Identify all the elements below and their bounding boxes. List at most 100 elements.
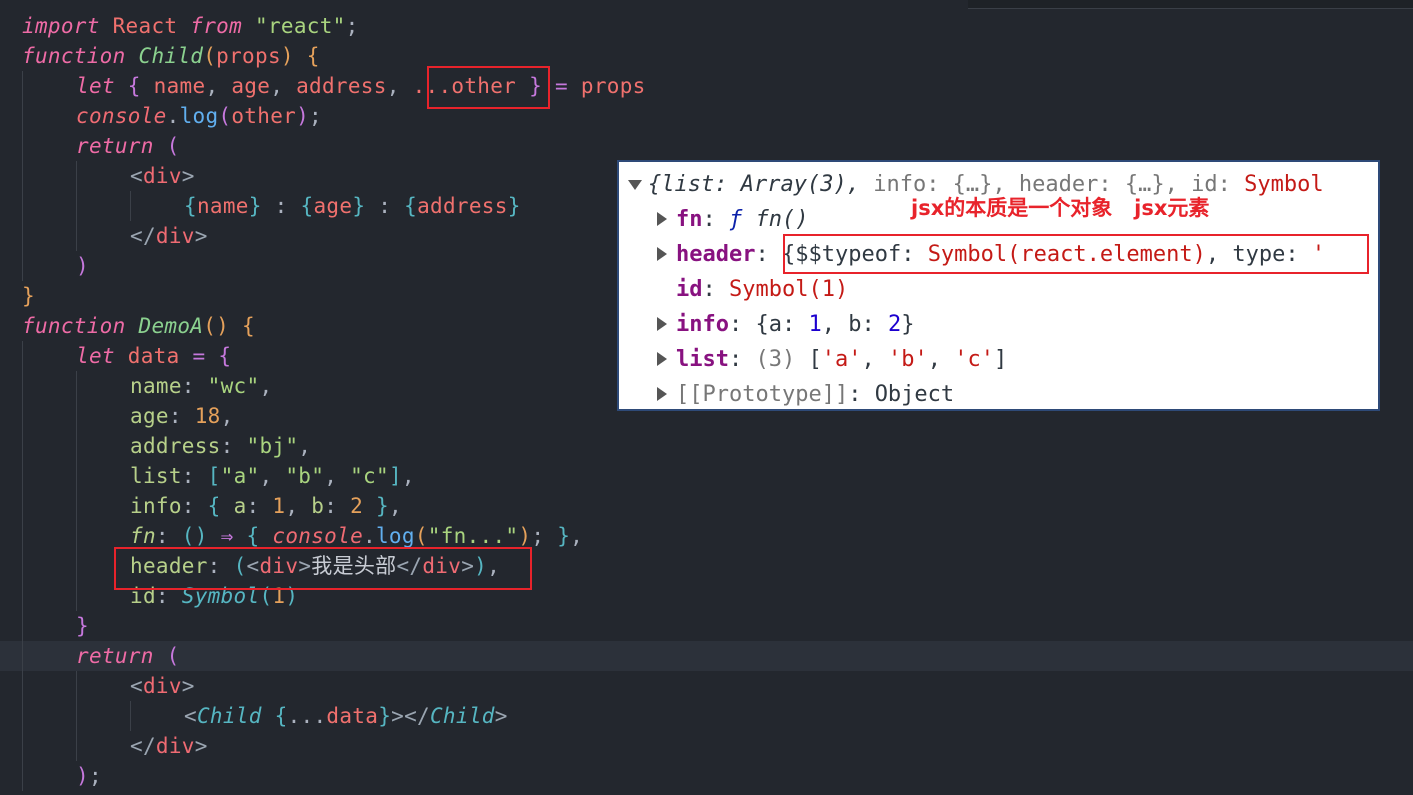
code-token: { [300,194,314,218]
expand-triangle-icon[interactable] [657,352,667,366]
code-token: . [166,104,180,128]
code-token: ⇒ [207,524,247,548]
indent-guide [76,161,77,251]
code-token: () [203,314,230,338]
code-token: div [142,674,182,698]
console-token: : [702,277,729,302]
code-line[interactable]: } [0,611,1413,641]
code-line[interactable]: list: ["a", "b", "c"], [0,461,1413,491]
code-token: return [76,134,167,158]
console-token: [ [808,347,822,372]
code-token: { [404,194,418,218]
console-object-line[interactable]: fn: ƒ fn() [676,202,808,237]
code-token: ( [414,524,428,548]
code-token: </ [404,704,430,728]
console-token: , b: [821,312,888,337]
code-token: , [401,464,415,488]
code-token: "a" [220,464,260,488]
code-token: address [130,434,221,458]
indent-guide [130,701,131,731]
code-line[interactable]: return ( [0,131,1413,161]
code-token: > [391,704,405,728]
expand-triangle-icon[interactable] [657,212,667,226]
code-line[interactable]: console.log(other); [0,101,1413,131]
console-token: : [714,172,741,197]
code-token: ( [203,44,217,68]
console-token: { [648,172,662,197]
console-token: ƒ [729,207,756,232]
code-token: { [218,344,232,368]
code-line[interactable]: address: "bj", [0,431,1413,461]
code-token: { [229,314,255,338]
code-token: , [220,404,234,428]
code-token: { [207,494,234,518]
console-object-line[interactable]: list: (3) ['a', 'b', 'c'] [676,342,1007,377]
code-token: > [494,704,508,728]
expand-triangle-icon[interactable] [657,247,667,261]
code-line[interactable]: let { name, age, address, ...other } = p… [0,71,1413,101]
indent-guide [76,371,77,611]
code-token: React [112,14,191,38]
code-token: < [130,164,143,188]
console-token: : [1217,172,1245,197]
code-token: , [388,494,402,518]
code-token: log [179,104,219,128]
expand-triangle-icon[interactable] [657,387,667,401]
code-token: </ [130,224,156,248]
code-token: ) [280,44,307,68]
code-token: "bj" [246,434,299,458]
code-token: } [507,194,521,218]
code-token: : [220,434,247,458]
code-line[interactable]: info: { a: 1, b: 2 }, [0,491,1413,521]
code-line[interactable]: <Child {...data}></Child> [0,701,1413,731]
code-token: < [184,704,197,728]
console-object-line[interactable]: info: {a: 1, b: 2} [676,307,914,342]
code-line[interactable]: import React from "react"; [0,11,1413,41]
code-token: , [270,74,297,98]
code-token: : [181,464,208,488]
code-line[interactable]: ); [0,761,1413,791]
console-token: ] [993,347,1008,372]
code-token: { [127,74,154,98]
code-token: function [22,44,139,68]
code-token: > [181,674,195,698]
code-line[interactable]: function Child(props) { [0,41,1413,71]
console-token: [[Prototype]] [676,382,849,407]
highlight-header-object [783,234,1369,274]
code-token: () [181,524,208,548]
code-line[interactable]: <div> [0,671,1413,701]
code-line[interactable]: </div> [0,731,1413,761]
code-token: age [130,404,169,428]
code-token: div [142,164,182,188]
console-token: fn [676,207,703,232]
code-token: ; [309,104,322,128]
code-token: props [580,74,646,98]
code-token: "b" [285,464,325,488]
code-token: , [298,434,312,458]
code-token: data [326,704,379,728]
console-object-line[interactable]: [[Prototype]]: Object [676,377,954,409]
code-token: "fn..." [427,524,519,548]
code-line[interactable]: return ( [0,641,1413,671]
code-token: Child [429,704,495,728]
code-token: : [168,404,195,428]
code-token: } [363,494,389,518]
console-token: , [927,347,955,372]
code-token: </ [130,734,156,758]
collapse-triangle-icon[interactable] [628,180,642,190]
console-object-line[interactable]: id: Symbol(1) [676,272,848,307]
code-token: name [196,194,249,218]
expand-triangle-icon[interactable] [657,317,667,331]
code-token: > [194,734,208,758]
code-token: , [386,74,413,98]
console-token: 'c' [954,347,994,372]
code-token: ; [345,14,359,38]
code-token: } [76,614,89,638]
code-token: console [272,524,364,548]
code-token: "react" [255,14,346,38]
code-token: 18 [194,404,221,428]
console-token: list [676,347,729,372]
code-token: address [417,194,508,218]
code-token: [ [207,464,221,488]
code-token: } [378,704,392,728]
